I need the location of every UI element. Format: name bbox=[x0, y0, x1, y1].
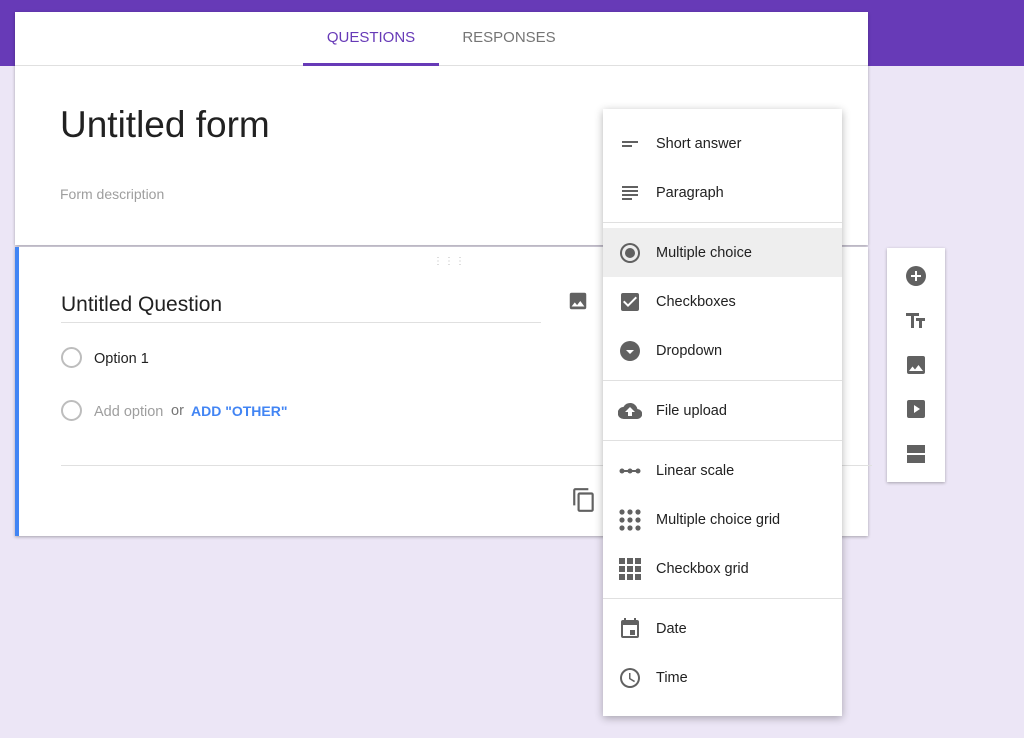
form-title[interactable]: Untitled form bbox=[60, 104, 270, 146]
menu-item-checkboxes[interactable]: Checkboxes bbox=[603, 277, 842, 326]
square-grid-icon bbox=[619, 557, 641, 580]
menu-item-label: Multiple choice grid bbox=[656, 511, 781, 528]
short-text-icon bbox=[622, 140, 638, 147]
dropdown-icon bbox=[620, 340, 640, 361]
checkbox-icon bbox=[621, 292, 639, 311]
divider bbox=[603, 380, 842, 381]
add-title-icon[interactable] bbox=[904, 309, 928, 333]
duplicate-icon[interactable] bbox=[571, 487, 597, 513]
paragraph-icon bbox=[622, 185, 638, 200]
side-toolbar bbox=[887, 248, 945, 482]
menu-item-file-upload[interactable]: File upload bbox=[603, 386, 842, 435]
tab-bar: QUESTIONS RESPONSES bbox=[15, 12, 868, 66]
question-type-menu: Short answer Paragraph Multiple choice C… bbox=[603, 109, 842, 716]
divider bbox=[603, 598, 842, 599]
add-other-link[interactable]: ADD "OTHER" bbox=[191, 403, 288, 419]
add-section-icon[interactable] bbox=[904, 442, 928, 466]
menu-item-label: Paragraph bbox=[656, 184, 724, 201]
menu-item-label: Dropdown bbox=[656, 342, 723, 359]
menu-item-linear-scale[interactable]: Linear scale bbox=[603, 446, 842, 495]
menu-item-date[interactable]: Date bbox=[603, 604, 842, 653]
menu-item-multiple-choice-grid[interactable]: Multiple choice grid bbox=[603, 495, 842, 544]
radio-icon bbox=[620, 242, 640, 263]
menu-item-checkbox-grid[interactable]: Checkbox grid bbox=[603, 544, 842, 593]
question-title[interactable]: Untitled Question bbox=[61, 293, 541, 323]
cloud-upload-icon bbox=[618, 402, 642, 419]
tab-responses[interactable]: RESPONSES bbox=[445, 12, 573, 66]
menu-item-label: Checkboxes bbox=[656, 293, 736, 310]
add-option[interactable]: Add option bbox=[94, 404, 163, 420]
option-label[interactable]: Option 1 bbox=[94, 351, 149, 367]
menu-item-label: Short answer bbox=[656, 135, 742, 152]
menu-item-multiple-choice[interactable]: Multiple choice bbox=[603, 228, 842, 277]
menu-item-label: File upload bbox=[656, 402, 727, 419]
option-radio[interactable] bbox=[61, 347, 82, 368]
menu-item-time[interactable]: Time bbox=[603, 653, 842, 702]
drag-handle-icon[interactable]: ⋮⋮⋮ bbox=[433, 256, 466, 267]
divider bbox=[603, 222, 842, 223]
menu-item-label: Linear scale bbox=[656, 462, 735, 479]
menu-item-short-answer[interactable]: Short answer bbox=[603, 119, 842, 168]
or-text: or bbox=[171, 403, 184, 419]
menu-item-label: Checkbox grid bbox=[656, 560, 749, 577]
add-question-icon[interactable] bbox=[904, 264, 928, 288]
divider bbox=[603, 440, 842, 441]
form-description[interactable]: Form description bbox=[60, 186, 164, 202]
calendar-icon bbox=[621, 617, 639, 638]
add-option-radio bbox=[61, 400, 82, 421]
tab-questions[interactable]: QUESTIONS bbox=[303, 12, 439, 66]
dot-grid-icon bbox=[619, 508, 641, 531]
image-icon[interactable] bbox=[567, 290, 589, 312]
clock-icon bbox=[620, 667, 640, 688]
add-image-icon[interactable] bbox=[904, 353, 928, 377]
menu-item-label: Time bbox=[656, 669, 688, 686]
linear-scale-icon bbox=[619, 468, 641, 473]
menu-item-dropdown[interactable]: Dropdown bbox=[603, 326, 842, 375]
menu-item-label: Multiple choice bbox=[656, 244, 752, 261]
menu-item-paragraph[interactable]: Paragraph bbox=[603, 168, 842, 217]
menu-item-label: Date bbox=[656, 620, 687, 637]
add-video-icon[interactable] bbox=[904, 397, 928, 421]
